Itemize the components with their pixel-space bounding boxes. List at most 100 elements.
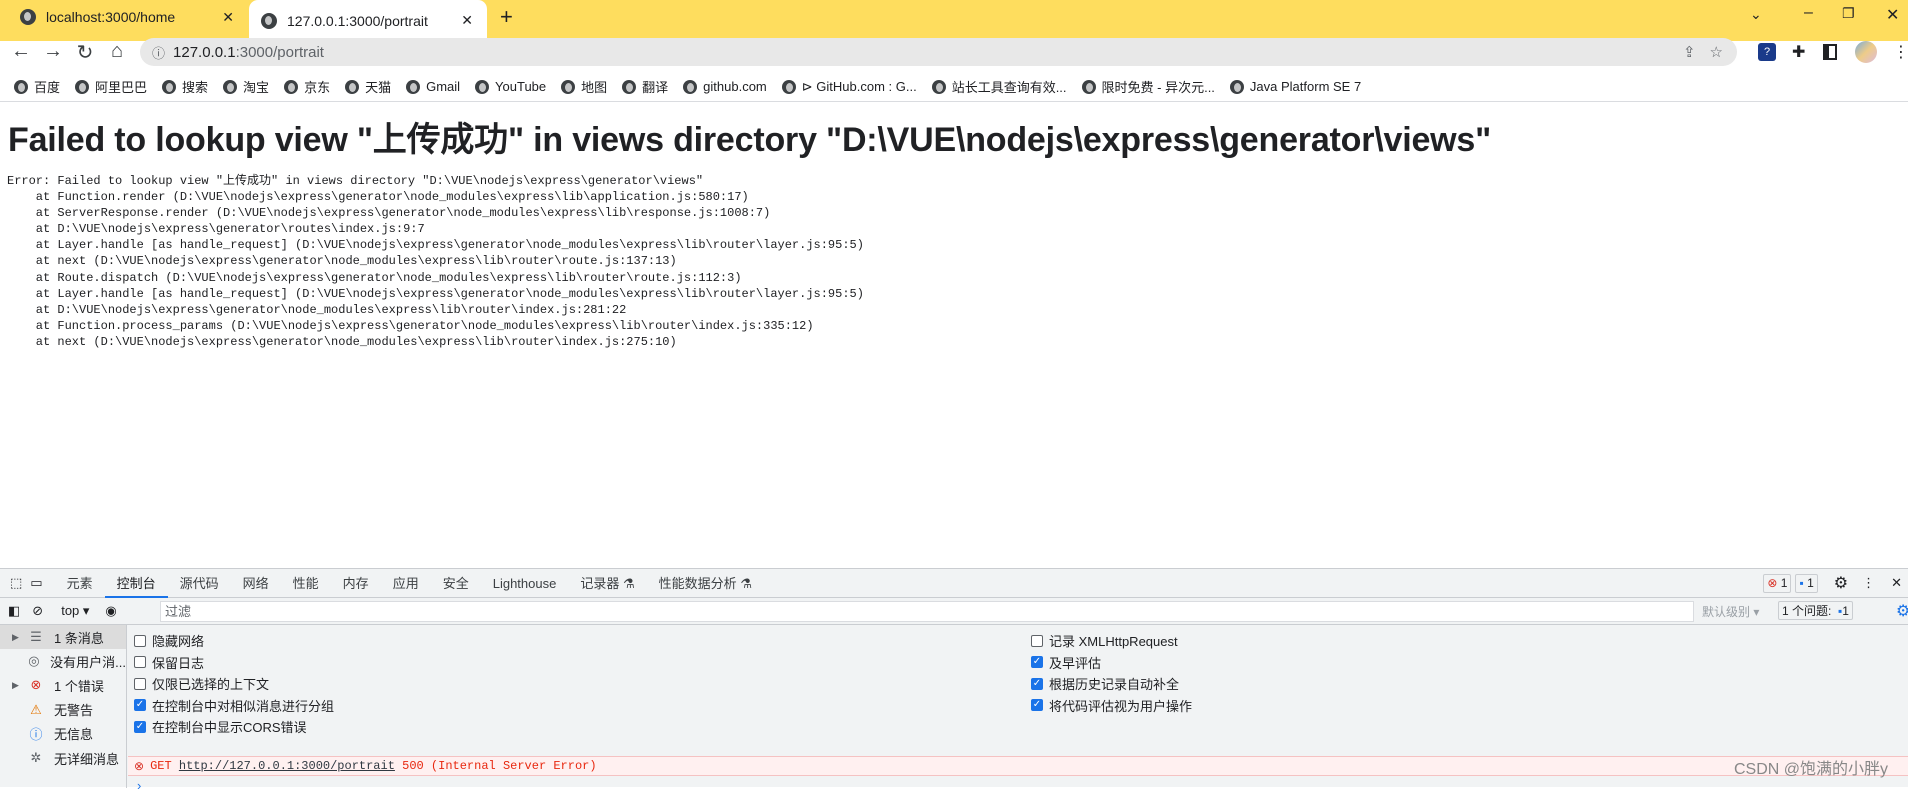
bookmark-star-icon[interactable]: ☆ xyxy=(1710,43,1723,61)
devtools-tabs: ⬚ ▭ 元素 控制台 源代码 网络 性能 内存 应用 安全 Lighthouse 记录器 ⚗ 性能数… xyxy=(0,569,1908,598)
devtools-tab[interactable]: 元素 xyxy=(55,569,105,598)
sidebar-item[interactable]: ◎ 没有用户消... xyxy=(0,649,126,673)
bookmark-label: 翻译 xyxy=(642,80,669,95)
bookmark-item[interactable]: Java Platform SE 7 xyxy=(1229,79,1361,94)
forward-button[interactable]: → xyxy=(40,40,66,63)
bookmark-item[interactable]: 站长工具查询有效... xyxy=(931,77,1067,96)
globe-icon xyxy=(475,79,490,94)
sidebar-item-label: 无信息 xyxy=(54,727,94,743)
log-level-dropdown[interactable]: 默认级别 ▾ xyxy=(1702,603,1759,620)
more-options-icon[interactable]: ⋮ xyxy=(1862,575,1875,591)
sidebar-toggle-icon[interactable]: ◧ xyxy=(8,603,20,619)
bookmark-item[interactable]: YouTube xyxy=(475,79,546,94)
info-icon[interactable]: ⓘ xyxy=(152,43,165,62)
live-expression-eye-icon[interactable]: ◉ xyxy=(105,603,116,619)
checkbox[interactable]: ✓ xyxy=(1031,656,1043,669)
globe-icon xyxy=(781,79,796,94)
restore-button[interactable]: ❐ xyxy=(1842,5,1855,22)
devtools-tab[interactable]: 安全 xyxy=(431,569,481,598)
bookmark-item[interactable]: Gmail xyxy=(406,79,460,94)
checkbox[interactable] xyxy=(134,677,146,690)
setting-checkbox[interactable]: ✓ 在控制台中显示CORS错误 xyxy=(134,717,307,736)
inspect-icon[interactable]: ⬚ xyxy=(10,575,22,591)
back-button[interactable]: ← xyxy=(8,40,34,63)
bookmark-item[interactable]: 百度 xyxy=(14,77,60,96)
devtools-tab[interactable]: 网络 xyxy=(231,569,281,598)
globe-icon xyxy=(1081,79,1096,94)
console-prompt[interactable]: › xyxy=(137,778,141,793)
address-bar[interactable]: ⓘ 127.0.0.1:3000/portrait ⇪ ☆ xyxy=(140,38,1737,66)
setting-checkbox[interactable]: ✓ 在控制台中对相似消息进行分组 xyxy=(134,696,334,715)
message-count-badge[interactable]: ▪ 1 xyxy=(1795,573,1818,593)
devtools-tab[interactable]: 性能数据分析 ⚗ xyxy=(647,569,764,598)
minimize-button[interactable]: – xyxy=(1804,4,1813,22)
bookmark-item[interactable]: ⊳ GitHub.com : G... xyxy=(781,79,917,95)
devtools-tab[interactable]: 控制台 xyxy=(104,569,168,598)
error-count-badge[interactable]: ⊗ 1 xyxy=(1763,573,1792,593)
side-panel-icon[interactable] xyxy=(1823,44,1837,60)
issues-button[interactable]: 1 个问题: ▪ 1 xyxy=(1778,601,1853,620)
bookmark-item[interactable]: 搜索 xyxy=(162,77,208,96)
home-button[interactable]: ⌂ xyxy=(104,40,130,63)
extensions-puzzle-icon[interactable]: ✚ xyxy=(1792,42,1805,62)
devtools-tab[interactable]: Lighthouse xyxy=(481,569,569,598)
checkbox[interactable]: ✓ xyxy=(134,720,146,733)
setting-checkbox[interactable]: 记录 XMLHttpRequest xyxy=(1031,631,1178,650)
console-settings-icon[interactable]: ⚙ xyxy=(1896,601,1908,621)
setting-checkbox[interactable]: 隐藏网络 xyxy=(134,631,204,650)
menu-icon[interactable]: ⋮ xyxy=(1893,42,1908,62)
close-window-button[interactable]: ✕ xyxy=(1886,5,1899,25)
reload-button[interactable]: ↻ xyxy=(72,40,98,65)
sidebar-item[interactable]: ⓘ 无信息 xyxy=(0,722,126,746)
new-tab-button[interactable]: + xyxy=(500,4,513,30)
tab-portrait[interactable]: 127.0.0.1:3000/portrait ✕ xyxy=(249,0,487,41)
globe-icon xyxy=(683,79,698,94)
tab-search-icon[interactable]: ⌄ xyxy=(1750,6,1762,23)
devtools-tab[interactable]: 源代码 xyxy=(168,569,231,598)
setting-checkbox[interactable]: 保留日志 xyxy=(134,653,204,672)
devtools-tab[interactable]: 记录器 ⚗ xyxy=(568,569,646,598)
expand-arrow-icon[interactable]: ▶ xyxy=(0,680,19,691)
bookmark-item[interactable]: 京东 xyxy=(284,77,330,96)
clear-console-icon[interactable]: ⊘ xyxy=(32,603,43,619)
checkbox[interactable] xyxy=(134,656,146,669)
devtools-tab[interactable]: 内存 xyxy=(331,569,381,598)
sidebar-item[interactable]: ▶ ⊗ 1 个错误 xyxy=(0,673,126,697)
expand-arrow-icon[interactable]: ▶ xyxy=(0,632,19,643)
checkbox[interactable] xyxy=(134,634,146,647)
setting-checkbox[interactable]: ✓ 根据历史记录自动补全 xyxy=(1031,674,1179,693)
bookmark-item[interactable]: 天猫 xyxy=(345,77,391,96)
checkbox-label: 记录 XMLHttpRequest xyxy=(1049,634,1178,649)
setting-checkbox[interactable]: ✓ 将代码评估视为用户操作 xyxy=(1031,696,1192,715)
checkbox[interactable] xyxy=(1031,634,1043,647)
bookmark-label: github.com xyxy=(703,79,767,94)
setting-checkbox[interactable]: ✓ 及早评估 xyxy=(1031,653,1101,672)
tab-home[interactable]: localhost:3000/home ✕ xyxy=(8,0,248,34)
context-selector[interactable]: top ▾ xyxy=(61,603,89,619)
close-devtools-icon[interactable]: ✕ xyxy=(1891,575,1902,591)
checkbox[interactable]: ✓ xyxy=(1031,677,1043,690)
device-toolbar-icon[interactable]: ▭ xyxy=(30,575,42,591)
avatar[interactable] xyxy=(1855,41,1877,63)
devtools-tab[interactable]: 应用 xyxy=(381,569,431,598)
request-url-link[interactable]: http://127.0.0.1:3000/portrait xyxy=(179,759,395,773)
bookmark-item[interactable]: 限时免费 - 异次元... xyxy=(1081,77,1215,96)
devtools-tab[interactable]: 性能 xyxy=(281,569,331,598)
close-tab-icon[interactable]: ✕ xyxy=(222,9,234,26)
sidebar-item[interactable]: ▶ ☰ 1 条消息 xyxy=(0,625,126,649)
bookmark-item[interactable]: 淘宝 xyxy=(223,77,269,96)
extension-icon[interactable]: ? xyxy=(1758,43,1776,61)
close-tab-icon[interactable]: ✕ xyxy=(461,12,473,29)
checkbox[interactable]: ✓ xyxy=(1031,699,1043,712)
checkbox[interactable]: ✓ xyxy=(134,699,146,712)
filter-input[interactable]: 过滤 xyxy=(160,601,1694,622)
bookmark-item[interactable]: 阿里巴巴 xyxy=(75,77,147,96)
bookmark-item[interactable]: 地图 xyxy=(561,77,607,96)
share-icon[interactable]: ⇪ xyxy=(1683,43,1696,61)
sidebar-item[interactable]: ⚠ 无警告 xyxy=(0,698,126,722)
sidebar-item[interactable]: ✲ 无详细消息 xyxy=(0,746,126,770)
settings-gear-icon[interactable]: ⚙ xyxy=(1834,573,1848,593)
bookmark-item[interactable]: github.com xyxy=(683,79,767,94)
setting-checkbox[interactable]: 仅限已选择的上下文 xyxy=(134,674,269,693)
bookmark-item[interactable]: 翻译 xyxy=(622,77,668,96)
